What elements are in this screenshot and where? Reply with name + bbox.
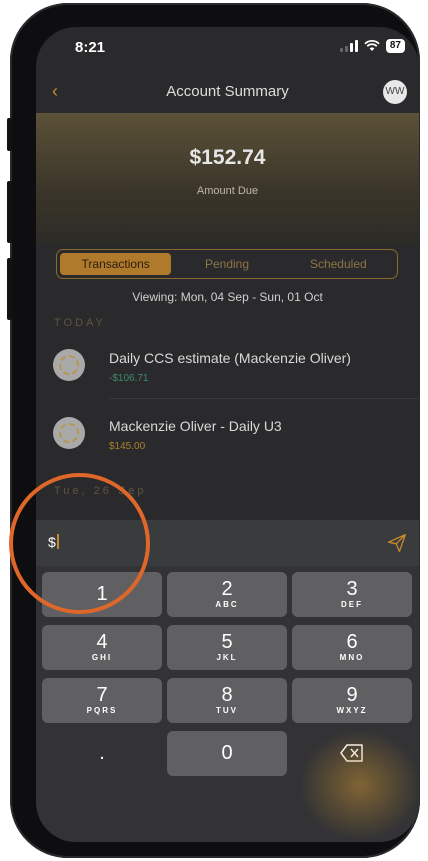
tab-scheduled[interactable]: Scheduled bbox=[283, 253, 394, 275]
status-time: 8:21 bbox=[75, 39, 106, 56]
tab-transactions[interactable]: Transactions bbox=[60, 253, 172, 275]
date-range-label: Viewing: Mon, 04 Sep - Sun, 01 Oct bbox=[132, 290, 323, 304]
tab-bar: Transactions Pending Scheduled bbox=[56, 249, 398, 279]
volume-up-button bbox=[7, 181, 12, 243]
amount-due-value: $152.74 bbox=[189, 146, 266, 169]
mute-switch bbox=[7, 118, 12, 151]
glow-highlight bbox=[300, 730, 420, 840]
summary-header: $152.74 Amount Due bbox=[36, 113, 419, 245]
transaction-amount: $145.00 bbox=[109, 441, 146, 452]
wifi-icon bbox=[364, 40, 380, 51]
key-4[interactable]: 4 GHI bbox=[42, 625, 162, 670]
status-icons: 87 bbox=[339, 39, 405, 53]
key-3[interactable]: 3 DEF bbox=[292, 572, 412, 617]
key-7[interactable]: 7 PQRS bbox=[42, 678, 162, 723]
key-decimal[interactable]: . bbox=[42, 731, 162, 776]
list-item[interactable]: Daily CCS estimate (Mackenzie Oliver) -$… bbox=[36, 337, 419, 399]
transaction-amount: -$106.71 bbox=[109, 373, 149, 384]
screen: 8:21 87 ‹ Account Summary WW $152.74 Amo… bbox=[36, 27, 419, 842]
battery-icon: 87 bbox=[385, 39, 405, 53]
nav-bar: ‹ Account Summary WW bbox=[36, 75, 419, 109]
key-9[interactable]: 9 WXYZ bbox=[292, 678, 412, 723]
volume-down-button bbox=[7, 258, 12, 320]
list-item[interactable]: Mackenzie Oliver - Daily U3 $145.00 bbox=[36, 405, 419, 467]
annotation-circle bbox=[9, 473, 150, 614]
key-6[interactable]: 6 MNO bbox=[292, 625, 412, 670]
send-icon[interactable] bbox=[387, 533, 407, 553]
signal-icon bbox=[339, 40, 358, 52]
amount-due-label: Amount Due bbox=[196, 185, 259, 197]
transaction-title: Daily CCS estimate (Mackenzie Oliver) bbox=[109, 350, 351, 366]
key-8[interactable]: 8 TUV bbox=[167, 678, 287, 723]
key-2[interactable]: 2 ABC bbox=[167, 572, 287, 617]
tab-pending[interactable]: Pending bbox=[171, 253, 282, 275]
transaction-icon bbox=[53, 349, 85, 381]
divider bbox=[109, 398, 419, 399]
transaction-icon bbox=[53, 417, 85, 449]
key-5[interactable]: 5 JKL bbox=[167, 625, 287, 670]
key-0[interactable]: 0 bbox=[167, 731, 287, 776]
page-title: Account Summary bbox=[166, 83, 289, 100]
transaction-title: Mackenzie Oliver - Daily U3 bbox=[109, 418, 282, 434]
avatar[interactable]: WW bbox=[383, 80, 407, 104]
section-header-today: TODAY bbox=[54, 317, 106, 329]
